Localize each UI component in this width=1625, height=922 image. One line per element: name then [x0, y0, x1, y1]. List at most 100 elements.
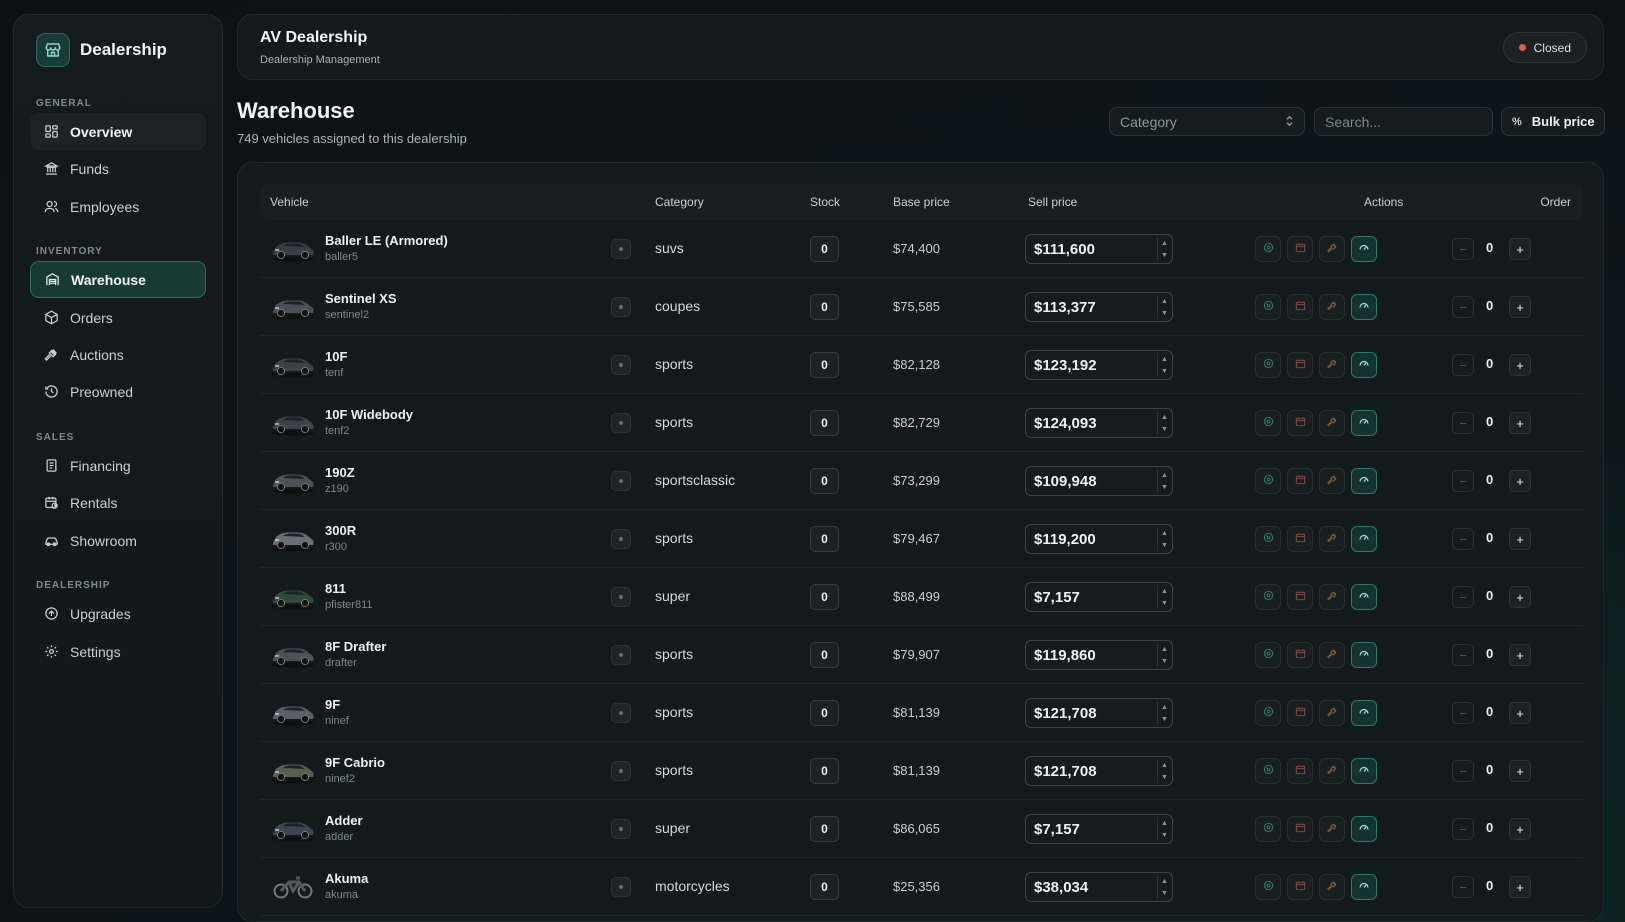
order-increment-button[interactable]: +: [1509, 818, 1531, 840]
sell-price-input[interactable]: $119,860 ▲ ▼: [1025, 640, 1173, 670]
order-increment-button[interactable]: +: [1509, 528, 1531, 550]
sell-price-input[interactable]: $38,034 ▲ ▼: [1025, 872, 1173, 902]
chevron-down-icon[interactable]: ▼: [1161, 890, 1168, 897]
sidebar-item-warehouse[interactable]: Warehouse: [30, 261, 206, 298]
action-money-button[interactable]: [1255, 468, 1281, 494]
vehicle-preview-button[interactable]: [611, 877, 631, 897]
sell-price-input[interactable]: $109,948 ▲ ▼: [1025, 466, 1173, 496]
order-decrement-button[interactable]: −: [1452, 702, 1474, 724]
action-money-button[interactable]: [1255, 410, 1281, 436]
chevron-down-icon[interactable]: ▼: [1161, 542, 1168, 549]
action-gavel-button[interactable]: [1319, 352, 1345, 378]
action-gavel-button[interactable]: [1319, 816, 1345, 842]
action-calendar-button[interactable]: [1287, 816, 1313, 842]
sell-price-input[interactable]: $119,200 ▲ ▼: [1025, 524, 1173, 554]
table-row[interactable]: 190Z z190 sportsclassic 0 $73,299 $109,9…: [260, 452, 1583, 510]
chevron-down-icon[interactable]: ▼: [1161, 658, 1168, 665]
chevron-down-icon[interactable]: ▼: [1161, 426, 1168, 433]
chevron-down-icon[interactable]: ▼: [1161, 600, 1168, 607]
order-increment-button[interactable]: +: [1509, 470, 1531, 492]
action-gauge-button[interactable]: [1351, 874, 1377, 900]
table-row[interactable]: 9F ninef sports 0 $81,139 $121,708 ▲ ▼ − …: [260, 684, 1583, 742]
action-calendar-button[interactable]: [1287, 584, 1313, 610]
action-money-button[interactable]: [1255, 700, 1281, 726]
category-select[interactable]: Category: [1109, 107, 1305, 136]
price-stepper[interactable]: ▲ ▼: [1157, 759, 1171, 783]
vehicle-preview-button[interactable]: [611, 703, 631, 723]
order-increment-button[interactable]: +: [1509, 586, 1531, 608]
sidebar-item-financing[interactable]: Financing: [30, 447, 206, 484]
order-decrement-button[interactable]: −: [1452, 412, 1474, 434]
action-gauge-button[interactable]: [1351, 642, 1377, 668]
action-money-button[interactable]: [1255, 584, 1281, 610]
order-increment-button[interactable]: +: [1509, 296, 1531, 318]
price-stepper[interactable]: ▲ ▼: [1157, 875, 1171, 899]
order-decrement-button[interactable]: −: [1452, 296, 1474, 318]
order-increment-button[interactable]: +: [1509, 644, 1531, 666]
vehicle-preview-button[interactable]: [611, 239, 631, 259]
order-decrement-button[interactable]: −: [1452, 818, 1474, 840]
sidebar-item-settings[interactable]: Settings: [30, 633, 206, 670]
action-gauge-button[interactable]: [1351, 700, 1377, 726]
action-gauge-button[interactable]: [1351, 236, 1377, 262]
chevron-up-icon[interactable]: ▲: [1161, 704, 1168, 711]
sell-price-input[interactable]: $7,157 ▲ ▼: [1025, 582, 1173, 612]
chevron-up-icon[interactable]: ▲: [1161, 530, 1168, 537]
table-row[interactable]: 811 pfister811 super 0 $88,499 $7,157 ▲ ▼…: [260, 568, 1583, 626]
table-row[interactable]: 9F Cabrio ninef2 sports 0 $81,139 $121,7…: [260, 742, 1583, 800]
chevron-up-icon[interactable]: ▲: [1161, 820, 1168, 827]
price-stepper[interactable]: ▲ ▼: [1157, 295, 1171, 319]
action-calendar-button[interactable]: [1287, 468, 1313, 494]
action-calendar-button[interactable]: [1287, 410, 1313, 436]
chevron-up-icon[interactable]: ▲: [1161, 646, 1168, 653]
order-increment-button[interactable]: +: [1509, 702, 1531, 724]
order-decrement-button[interactable]: −: [1452, 876, 1474, 898]
sidebar-item-orders[interactable]: Orders: [30, 299, 206, 336]
action-calendar-button[interactable]: [1287, 236, 1313, 262]
price-stepper[interactable]: ▲ ▼: [1157, 701, 1171, 725]
action-calendar-button[interactable]: [1287, 526, 1313, 552]
chevron-down-icon[interactable]: ▼: [1161, 484, 1168, 491]
search-field[interactable]: [1314, 107, 1493, 136]
sell-price-input[interactable]: $124,093 ▲ ▼: [1025, 408, 1173, 438]
table-row[interactable]: Sentinel XS sentinel2 coupes 0 $75,585 $…: [260, 278, 1583, 336]
order-increment-button[interactable]: +: [1509, 876, 1531, 898]
vehicle-preview-button[interactable]: [611, 761, 631, 781]
price-stepper[interactable]: ▲ ▼: [1157, 527, 1171, 551]
action-gavel-button[interactable]: [1319, 468, 1345, 494]
chevron-up-icon[interactable]: ▲: [1161, 588, 1168, 595]
sell-price-input[interactable]: $111,600 ▲ ▼: [1025, 234, 1173, 264]
chevron-down-icon[interactable]: ▼: [1161, 774, 1168, 781]
action-money-button[interactable]: [1255, 758, 1281, 784]
action-gauge-button[interactable]: [1351, 816, 1377, 842]
sidebar-item-funds[interactable]: Funds: [30, 150, 206, 187]
sell-price-input[interactable]: $113,377 ▲ ▼: [1025, 292, 1173, 322]
action-money-button[interactable]: [1255, 294, 1281, 320]
order-decrement-button[interactable]: −: [1452, 586, 1474, 608]
chevron-down-icon[interactable]: ▼: [1161, 252, 1168, 259]
action-money-button[interactable]: [1255, 874, 1281, 900]
action-gavel-button[interactable]: [1319, 410, 1345, 436]
chevron-down-icon[interactable]: ▼: [1161, 368, 1168, 375]
price-stepper[interactable]: ▲ ▼: [1157, 643, 1171, 667]
status-badge[interactable]: Closed: [1502, 32, 1587, 63]
vehicle-preview-button[interactable]: [611, 471, 631, 491]
action-calendar-button[interactable]: [1287, 758, 1313, 784]
action-gauge-button[interactable]: [1351, 584, 1377, 610]
action-gavel-button[interactable]: [1319, 236, 1345, 262]
order-decrement-button[interactable]: −: [1452, 760, 1474, 782]
action-calendar-button[interactable]: [1287, 294, 1313, 320]
order-increment-button[interactable]: +: [1509, 238, 1531, 260]
action-gavel-button[interactable]: [1319, 294, 1345, 320]
price-stepper[interactable]: ▲ ▼: [1157, 469, 1171, 493]
action-calendar-button[interactable]: [1287, 642, 1313, 668]
price-stepper[interactable]: ▲ ▼: [1157, 353, 1171, 377]
action-calendar-button[interactable]: [1287, 874, 1313, 900]
action-gavel-button[interactable]: [1319, 642, 1345, 668]
sidebar-item-rentals[interactable]: Rentals: [30, 484, 206, 521]
action-gavel-button[interactable]: [1319, 700, 1345, 726]
chevron-up-icon[interactable]: ▲: [1161, 472, 1168, 479]
bulk-price-button[interactable]: % Bulk price: [1501, 107, 1605, 136]
table-row[interactable]: 8F Drafter drafter sports 0 $79,907 $119…: [260, 626, 1583, 684]
chevron-up-icon[interactable]: ▲: [1161, 240, 1168, 247]
